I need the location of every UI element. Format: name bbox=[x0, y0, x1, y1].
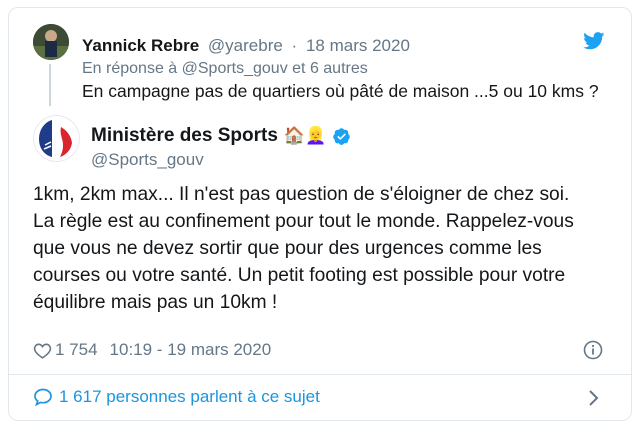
tweet-text-line: courses ou votre santé. Un petit footing… bbox=[33, 265, 566, 286]
name-emojis: 🏠👱‍♀️ bbox=[283, 126, 327, 145]
main-author-name-row[interactable]: Ministère des Sports 🏠👱‍♀️ bbox=[91, 125, 351, 147]
reply-date[interactable]: 18 mars 2020 bbox=[306, 36, 410, 55]
reply-author-name[interactable]: Yannick Rebre bbox=[82, 36, 199, 55]
reply-context[interactable]: En réponse à @Sports_gouv et 6 autres bbox=[82, 60, 368, 78]
speech-bubble-icon bbox=[34, 388, 52, 407]
reply-tweet-header: Yannick Rebre @yarebre · 18 mars 2020 bbox=[82, 36, 410, 56]
heart-icon[interactable] bbox=[33, 342, 52, 359]
conversation-label[interactable]: 1 617 personnes parlent à ce sujet bbox=[59, 387, 320, 407]
main-author-avatar[interactable] bbox=[33, 115, 80, 162]
main-tweet-text: 1km, 2km max... Il n'est pas question de… bbox=[33, 181, 623, 316]
like-count[interactable]: 1 754 bbox=[55, 340, 98, 360]
main-author-handle[interactable]: @Sports_gouv bbox=[91, 150, 204, 170]
verified-badge-icon bbox=[333, 127, 351, 145]
reply-header-separator: · bbox=[291, 36, 298, 55]
tweet-text-line: La règle est au confinement pour tout le… bbox=[33, 211, 574, 232]
info-icon[interactable] bbox=[583, 340, 603, 360]
conversation-link[interactable]: 1 617 personnes parlent à ce sujet bbox=[33, 387, 320, 407]
thread-connector-line bbox=[49, 64, 51, 106]
chevron-right-icon[interactable] bbox=[588, 389, 600, 407]
tweet-meta-row: 1 754 10:19 - 19 mars 2020 bbox=[33, 340, 271, 360]
reply-author-handle[interactable]: @yarebre bbox=[208, 36, 283, 55]
tweet-timestamp[interactable]: 10:19 - 19 mars 2020 bbox=[110, 340, 272, 360]
tweet-text-line: équilibre mais pas un 10km ! bbox=[33, 292, 278, 313]
reply-author-avatar[interactable] bbox=[33, 24, 69, 60]
main-author-name[interactable]: Ministère des Sports bbox=[91, 125, 278, 147]
twitter-bird-icon[interactable] bbox=[583, 32, 605, 50]
tweet-text-line: que vous ne devez sortir que pour des ur… bbox=[33, 238, 542, 259]
reply-tweet-text: En campagne pas de quartiers où pâté de … bbox=[82, 81, 599, 101]
footer-divider bbox=[9, 374, 631, 375]
tweet-text-line: 1km, 2km max... Il n'est pas question de… bbox=[33, 184, 570, 205]
